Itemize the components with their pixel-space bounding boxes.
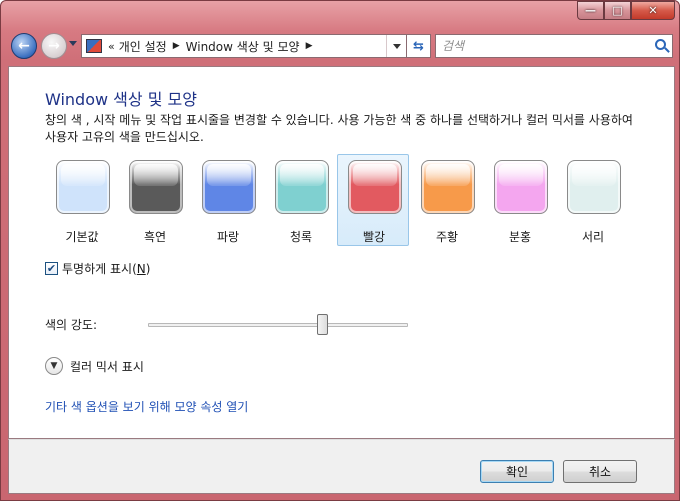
breadcrumb-overflow[interactable]: «: [108, 40, 115, 53]
page-title: Window 색상 및 모양: [45, 90, 197, 109]
swatch-tile: [421, 160, 475, 214]
maximize-icon: □: [612, 4, 623, 17]
swatch-blue[interactable]: 파랑: [191, 154, 263, 246]
breadcrumb-arrow-icon[interactable]: ▶: [173, 41, 180, 51]
color-intensity-slider-thumb[interactable]: [316, 314, 328, 335]
transparency-option[interactable]: ✔ 투명하게 표시(N): [45, 260, 150, 277]
swatch-label: 기본값: [65, 230, 99, 244]
swatch-label: 서리: [581, 230, 605, 244]
color-swatch-list: 기본값 흑연 파랑 청록 빨강 주황 분홍 서리: [45, 154, 645, 248]
search-box[interactable]: [435, 34, 673, 58]
swatch-teal[interactable]: 청록: [264, 154, 336, 246]
cancel-button[interactable]: 취소: [563, 460, 637, 483]
swatch-default[interactable]: 기본값: [45, 154, 117, 246]
breadcrumb-arrow-icon[interactable]: ▶: [306, 41, 313, 51]
swatch-label: 주황: [435, 230, 459, 244]
swatch-tile: [202, 160, 256, 214]
advanced-appearance-link[interactable]: 기타 색 옵션을 보기 위해 모양 속성 열기: [45, 398, 248, 415]
close-button[interactable]: ✕: [631, 1, 675, 20]
refresh-button[interactable]: ⇆: [407, 34, 431, 58]
close-icon: ✕: [648, 4, 658, 17]
search-icon[interactable]: [655, 39, 666, 50]
swatch-label: 파랑: [216, 230, 240, 244]
swatch-label: 청록: [289, 230, 313, 244]
swatch-tile: [129, 160, 183, 214]
minimize-icon: —: [585, 4, 596, 17]
back-button[interactable]: ←: [11, 33, 37, 59]
swatch-tile: [275, 160, 329, 214]
swatch-frost[interactable]: 서리: [556, 154, 628, 246]
color-mixer-label[interactable]: 컬러 믹서 표시: [70, 358, 144, 375]
back-arrow-icon: ←: [18, 38, 30, 54]
color-intensity-slider[interactable]: [148, 323, 408, 327]
caption-buttons: — □ ✕: [577, 1, 675, 20]
transparency-accelerator: N: [136, 262, 146, 276]
chevron-down-icon: [392, 43, 401, 49]
swatch-orange[interactable]: 주황: [410, 154, 482, 246]
color-intensity-label: 색의 강도:: [45, 318, 98, 332]
transparency-label-text: 투명하게 표시: [62, 262, 133, 276]
control-panel-icon: [86, 39, 102, 53]
minimize-button[interactable]: —: [577, 1, 604, 20]
swatch-tile: [56, 160, 110, 214]
title-bar: — □ ✕: [1, 1, 680, 29]
window-frame: — □ ✕ ← → « 개인 설정 ▶ Window 색상 및 모양 ▶ ⇆ W…: [0, 0, 680, 501]
swatch-tile: [567, 160, 621, 214]
refresh-icon: ⇆: [413, 38, 424, 54]
swatch-label: 분홍: [508, 230, 532, 244]
chevron-down-icon[interactable]: ▼: [45, 357, 63, 375]
breadcrumb-item-personalization[interactable]: 개인 설정: [119, 38, 167, 55]
search-input[interactable]: [442, 39, 642, 53]
swatch-red[interactable]: 빨강: [337, 154, 409, 246]
dialog-footer: 확인 취소: [8, 439, 675, 494]
transparency-checkbox[interactable]: ✔: [45, 262, 58, 275]
maximize-button[interactable]: □: [604, 1, 631, 20]
transparency-label[interactable]: 투명하게 표시(N): [62, 260, 150, 277]
address-history-dropdown[interactable]: [386, 35, 406, 57]
checkmark-icon: ✔: [46, 262, 57, 275]
navigation-bar: ← → « 개인 설정 ▶ Window 색상 및 모양 ▶ ⇆: [7, 30, 675, 62]
breadcrumb-item-window-color[interactable]: Window 색상 및 모양: [186, 38, 300, 55]
swatch-label: 흑연: [143, 230, 167, 244]
swatch-tile: [494, 160, 548, 214]
forward-button[interactable]: →: [41, 33, 67, 59]
page-description: 창의 색 , 시작 메뉴 및 작업 표시줄을 변경할 수 있습니다. 사용 가능…: [45, 113, 633, 144]
main-content: Window 색상 및 모양 창의 색 , 시작 메뉴 및 작업 표시줄을 변경…: [8, 66, 675, 439]
forward-arrow-icon: →: [48, 38, 60, 54]
swatch-pink[interactable]: 분홍: [483, 154, 555, 246]
recent-pages-dropdown[interactable]: [69, 41, 77, 46]
swatch-tile: [348, 160, 402, 214]
ok-button[interactable]: 확인: [480, 460, 554, 483]
address-bar[interactable]: « 개인 설정 ▶ Window 색상 및 모양 ▶: [81, 34, 407, 58]
show-color-mixer[interactable]: ▼ 컬러 믹서 표시: [45, 357, 144, 375]
swatch-graphite[interactable]: 흑연: [118, 154, 190, 246]
swatch-label: 빨강: [362, 230, 386, 244]
